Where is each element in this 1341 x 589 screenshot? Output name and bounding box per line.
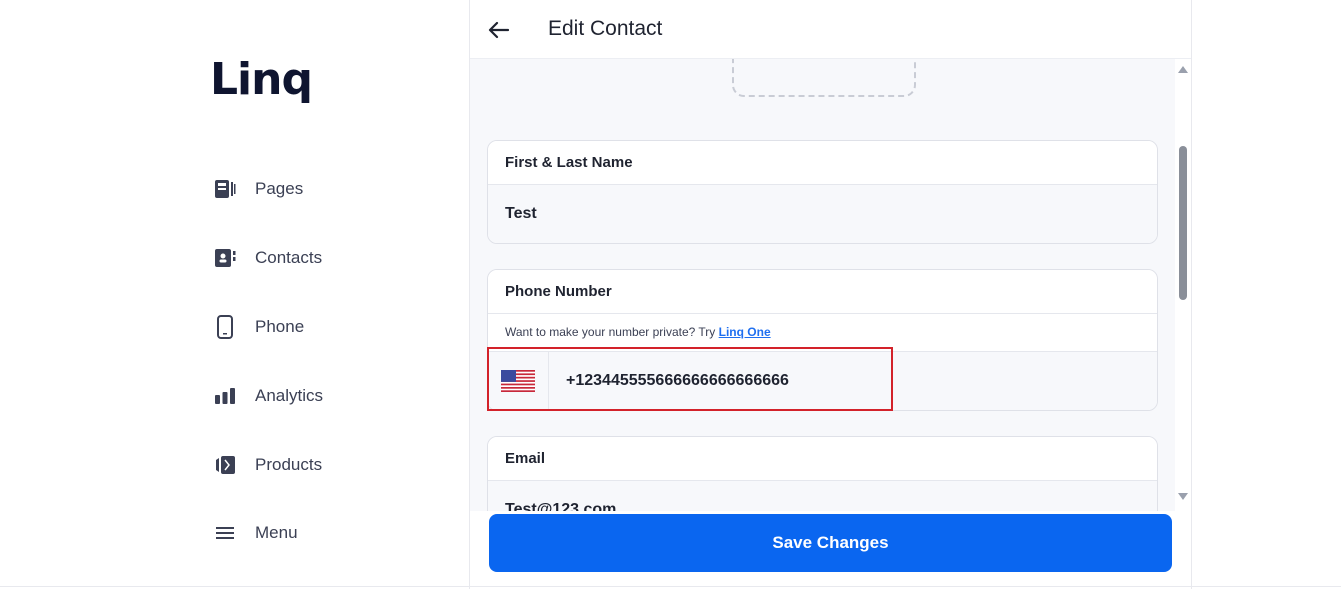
- linq-logo: Linq: [210, 54, 313, 105]
- analytics-icon: [213, 384, 237, 408]
- sidebar-item-label: Products: [255, 455, 323, 474]
- edit-contact-form: First & Last Name Test Phone Number Want…: [470, 59, 1175, 511]
- phone-input-highlight: [487, 347, 893, 411]
- sidebar-item-label: Contacts: [255, 248, 323, 267]
- sidebar-item-label: Pages: [255, 179, 304, 198]
- email-field-label: Email: [488, 437, 1157, 481]
- phone-field-label: Phone Number: [488, 270, 1157, 314]
- linq-one-link[interactable]: Linq One: [719, 325, 771, 339]
- sidebar-item-contacts[interactable]: Contacts: [213, 243, 322, 273]
- name-field-label: First & Last Name: [488, 141, 1157, 185]
- pages-icon: [213, 177, 237, 201]
- scrollbar-thumb[interactable]: [1179, 146, 1187, 300]
- phone-icon: [213, 315, 237, 339]
- contacts-icon: [213, 246, 237, 270]
- name-field-card: First & Last Name Test: [487, 140, 1158, 244]
- bottom-divider: [0, 586, 1341, 587]
- menu-icon: [213, 521, 237, 545]
- scroll-down-icon[interactable]: [1178, 493, 1188, 500]
- sidebar-item-label: Menu: [255, 523, 298, 542]
- panel-divider: [1191, 0, 1192, 589]
- name-input[interactable]: Test: [488, 185, 1157, 243]
- sidebar-item-phone[interactable]: Phone: [213, 312, 304, 342]
- sidebar-item-products[interactable]: Products: [213, 450, 322, 480]
- products-icon: [213, 453, 237, 477]
- sidebar-item-label: Phone: [255, 317, 305, 336]
- sidebar-item-label: Analytics: [255, 386, 324, 405]
- save-changes-button[interactable]: Save Changes: [489, 514, 1172, 572]
- sidebar-item-menu[interactable]: Menu: [213, 518, 298, 548]
- sidebar-item-analytics[interactable]: Analytics: [213, 381, 323, 411]
- arrow-left-icon[interactable]: [487, 18, 511, 42]
- phone-hint-text: Want to make your number private? Try: [505, 325, 719, 339]
- photo-upload-area[interactable]: [732, 59, 916, 97]
- email-field-card: Email Test@123.com: [487, 436, 1158, 511]
- page-title: Edit Contact: [548, 17, 663, 40]
- email-input[interactable]: Test@123.com: [488, 481, 1157, 511]
- sidebar-item-pages[interactable]: Pages: [213, 174, 303, 204]
- scroll-up-icon[interactable]: [1178, 66, 1188, 73]
